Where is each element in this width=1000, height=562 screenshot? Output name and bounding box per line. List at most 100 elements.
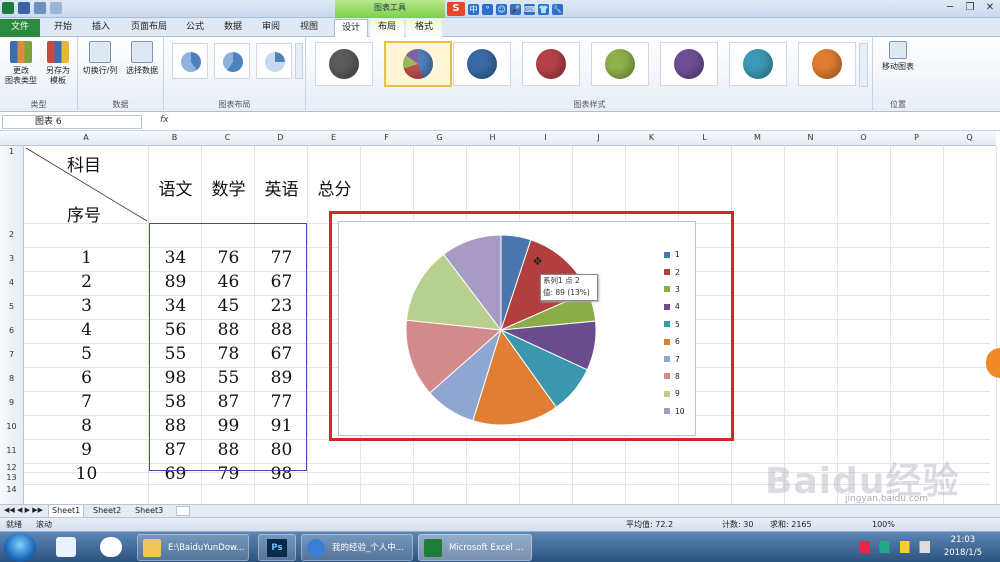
legend-item[interactable]: 9 (664, 385, 685, 402)
row-number-cell[interactable]: 4 (24, 320, 149, 340)
tab-data[interactable]: 数据 (216, 19, 250, 37)
row-header[interactable]: 4 (0, 271, 24, 295)
column-header[interactable]: F (360, 131, 413, 146)
row-number-cell[interactable]: 3 (24, 296, 149, 316)
change-chart-type-button[interactable]: 更改 图表类型 (3, 41, 39, 86)
tab-formulas[interactable]: 公式 (178, 19, 212, 37)
column-header[interactable]: H (466, 131, 519, 146)
tab-view[interactable]: 视图 (292, 19, 326, 37)
legend-item[interactable]: 7 (664, 350, 685, 367)
column-header[interactable]: E (307, 131, 360, 146)
mic-icon[interactable]: 🎤 (510, 3, 521, 15)
layout-option-1[interactable] (172, 43, 208, 79)
cloud-app-icon[interactable] (100, 537, 122, 557)
chart-legend[interactable]: 1 2 3 4 5 6 7 8 9 10 (664, 246, 685, 420)
clock[interactable]: 21:03 2018/1/5 (944, 534, 982, 560)
row-header[interactable]: 6 (0, 319, 24, 343)
taskbar-excel[interactable]: Microsoft Excel ... (418, 534, 532, 561)
tab-home[interactable]: 开始 (46, 19, 80, 37)
tab-insert[interactable]: 插入 (84, 19, 118, 37)
tab-review[interactable]: 审阅 (254, 19, 288, 37)
row-number-cell[interactable]: 8 (24, 416, 149, 436)
column-header[interactable]: Q (943, 131, 996, 146)
select-data-button[interactable]: 选择数据 (122, 41, 162, 76)
chart-style-option[interactable] (522, 42, 580, 86)
column-header[interactable]: B (148, 131, 201, 146)
row-header[interactable]: 2 (0, 223, 24, 247)
chart-style-option[interactable] (798, 42, 856, 86)
column-header[interactable]: O (837, 131, 890, 146)
column-header[interactable]: A (24, 131, 148, 146)
move-chart-button[interactable]: 移动图表 (877, 41, 919, 72)
tab-file[interactable]: 文件 (0, 19, 40, 37)
column-header[interactable]: G (413, 131, 466, 146)
select-all-corner[interactable] (0, 131, 24, 146)
taskbar-photoshop[interactable]: Ps (258, 534, 296, 561)
start-button[interactable] (4, 533, 36, 562)
tab-page-layout[interactable]: 页面布局 (124, 19, 174, 37)
chart-style-option[interactable] (729, 42, 787, 86)
save-as-template-button[interactable]: 另存为 模板 (40, 41, 76, 86)
row-header[interactable]: 1 (0, 146, 24, 223)
row-header[interactable]: 14 (0, 484, 24, 504)
legend-item[interactable]: 4 (664, 298, 685, 315)
chart-style-option[interactable] (384, 41, 452, 87)
row-header[interactable]: 11 (0, 439, 24, 463)
switch-row-column-button[interactable]: 切换行/列 (80, 41, 120, 76)
sheet-nav-icon[interactable]: ◀◀ ◀ ▶ ▶▶ (4, 506, 43, 514)
legend-item[interactable]: 2 (664, 263, 685, 280)
row-header[interactable]: 5 (0, 295, 24, 319)
punctuation-icon[interactable]: ° (482, 3, 493, 15)
sogou-logo-icon[interactable]: S (447, 2, 465, 16)
chart-style-option[interactable] (660, 42, 718, 86)
legend-item[interactable]: 3 (664, 281, 685, 298)
redo-icon[interactable] (50, 2, 62, 14)
zoom-level[interactable]: 100% (872, 518, 895, 531)
row-number-cell[interactable]: 2 (24, 272, 149, 292)
legend-item[interactable]: 6 (664, 333, 685, 350)
save-icon[interactable] (18, 2, 30, 14)
skin-icon[interactable]: 👕 (538, 3, 549, 15)
bird-app-icon[interactable] (56, 537, 76, 557)
taskbar-sogou-browser[interactable]: 我的经验_个人中... (301, 534, 413, 561)
new-sheet-icon[interactable] (176, 506, 190, 516)
row-number-cell[interactable]: 6 (24, 368, 149, 388)
row-number-cell[interactable]: 9 (24, 440, 149, 460)
tab-layout[interactable]: 布局 (370, 19, 404, 37)
emoji-icon[interactable]: ☺ (496, 3, 507, 15)
column-header[interactable]: K (625, 131, 678, 146)
column-header[interactable]: D (254, 131, 307, 146)
minimize-button[interactable]: ─ (940, 0, 960, 16)
row-header[interactable]: 9 (0, 391, 24, 415)
tab-design[interactable]: 设计 (334, 19, 368, 37)
row-number-cell[interactable]: 1 (24, 248, 149, 268)
chart-style-option[interactable] (591, 42, 649, 86)
row-number-cell[interactable]: 7 (24, 392, 149, 412)
layout-more-icon[interactable] (295, 43, 303, 79)
styles-more-icon[interactable] (859, 43, 868, 87)
layout-option-3[interactable] (256, 43, 292, 79)
row-header[interactable]: 7 (0, 343, 24, 367)
column-header[interactable]: L (678, 131, 731, 146)
column-header[interactable]: J (572, 131, 625, 146)
chart-style-option[interactable] (453, 42, 511, 86)
chart-style-option[interactable] (315, 42, 373, 86)
legend-item[interactable]: 1 (664, 246, 685, 263)
layout-option-2[interactable] (214, 43, 250, 79)
row-header[interactable]: 3 (0, 247, 24, 271)
name-box[interactable]: 图表 6 (2, 115, 142, 129)
fx-icon[interactable]: fx (160, 115, 169, 125)
keyboard-icon[interactable]: ⌨ (524, 3, 536, 15)
legend-item[interactable]: 5 (664, 316, 685, 333)
column-header[interactable]: I (519, 131, 572, 146)
tab-format[interactable]: 格式 (406, 19, 442, 37)
column-header[interactable]: N (784, 131, 837, 146)
row-header[interactable]: 10 (0, 415, 24, 439)
pie-chart[interactable] (405, 234, 597, 426)
chinese-mode-icon[interactable]: 中 (468, 3, 479, 15)
row-number-cell[interactable]: 10 (24, 464, 149, 484)
column-header[interactable]: P (890, 131, 943, 146)
row-number-cell[interactable]: 5 (24, 344, 149, 364)
row-header[interactable]: 8 (0, 367, 24, 391)
row-header[interactable]: 12 (0, 463, 24, 472)
